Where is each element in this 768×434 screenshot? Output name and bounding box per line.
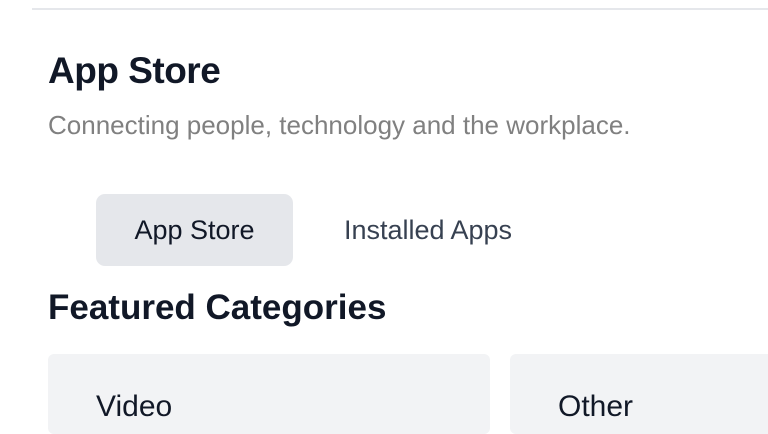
tab-app-store[interactable]: App Store <box>96 194 293 266</box>
page-title: App Store <box>48 50 221 91</box>
category-card-other[interactable]: Other <box>510 354 768 434</box>
page-subtitle: Connecting people, technology and the wo… <box>48 110 631 140</box>
tab-installed-apps-label: Installed Apps <box>343 214 513 245</box>
top-divider <box>32 8 768 10</box>
category-card-video[interactable]: Video <box>48 354 490 434</box>
category-card-label: Other <box>558 390 634 423</box>
tab-app-store-label: App Store <box>134 214 255 245</box>
tab-installed-apps[interactable]: Installed Apps <box>313 194 543 266</box>
category-card-label: Video <box>96 390 173 423</box>
featured-categories-heading: Featured Categories <box>48 288 387 327</box>
